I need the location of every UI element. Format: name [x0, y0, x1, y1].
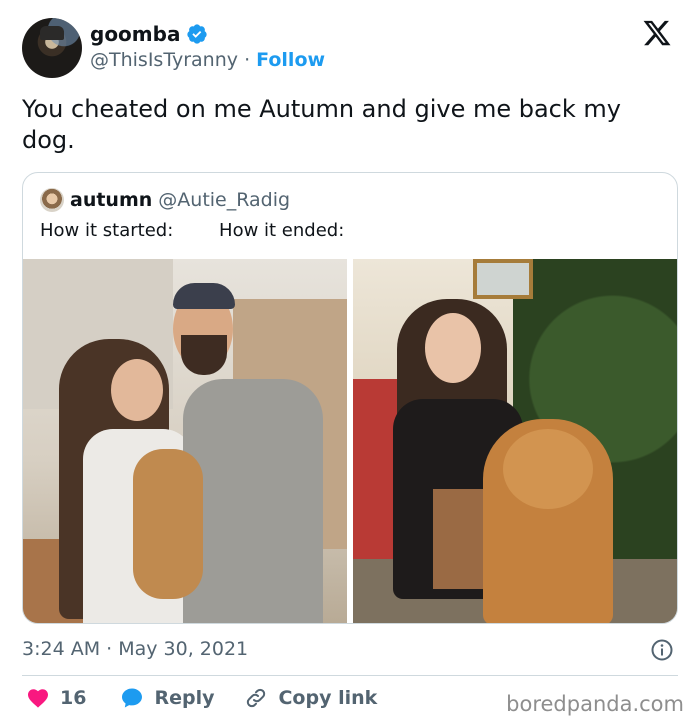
divider	[22, 675, 678, 676]
photo-how-it-started[interactable]	[23, 259, 347, 623]
x-logo-icon[interactable]	[642, 18, 672, 48]
quoted-author-handle: @Autie_Radig	[158, 189, 291, 211]
info-icon[interactable]	[650, 638, 674, 662]
reply-button[interactable]: Reply	[120, 686, 214, 710]
author-display-name[interactable]: goomba	[90, 22, 180, 46]
follow-button[interactable]: Follow	[256, 49, 325, 71]
tweet-actions: 16 Reply Copy link	[22, 686, 377, 710]
author-name-row: goomba	[90, 22, 208, 46]
watermark: boredpanda.com	[506, 692, 684, 716]
like-count: 16	[60, 687, 87, 709]
author-avatar[interactable]	[22, 18, 82, 78]
quoted-author-row: autumn @Autie_Radig	[40, 188, 290, 212]
photo-how-it-ended[interactable]	[353, 259, 677, 623]
heart-icon	[28, 689, 48, 708]
copy-link-label: Copy link	[278, 687, 378, 709]
quoted-tweet-text: How it started: How it ended:	[40, 220, 345, 241]
tweet-header: goomba @ThisIsTyranny · Follow	[22, 16, 682, 80]
speech-bubble-icon	[122, 688, 143, 708]
quoted-tweet[interactable]: autumn @Autie_Radig How it started: How …	[22, 172, 678, 624]
tweet-text: You cheated on me Autumn and give me bac…	[22, 95, 621, 154]
link-icon	[247, 688, 266, 708]
verified-badge-icon	[187, 24, 208, 44]
tweet-timestamp[interactable]: 3:24 AM · May 30, 2021	[22, 638, 248, 660]
author-handle[interactable]: @ThisIsTyranny	[90, 49, 238, 71]
reply-label: Reply	[154, 687, 215, 709]
quoted-author-name: autumn	[70, 189, 153, 211]
copy-link-button[interactable]: Copy link	[244, 686, 377, 710]
quoted-author-avatar[interactable]	[40, 188, 64, 212]
like-button[interactable]: 16	[26, 686, 86, 710]
handle-separator: ·	[244, 49, 251, 71]
author-handle-row: @ThisIsTyranny · Follow	[90, 49, 325, 71]
